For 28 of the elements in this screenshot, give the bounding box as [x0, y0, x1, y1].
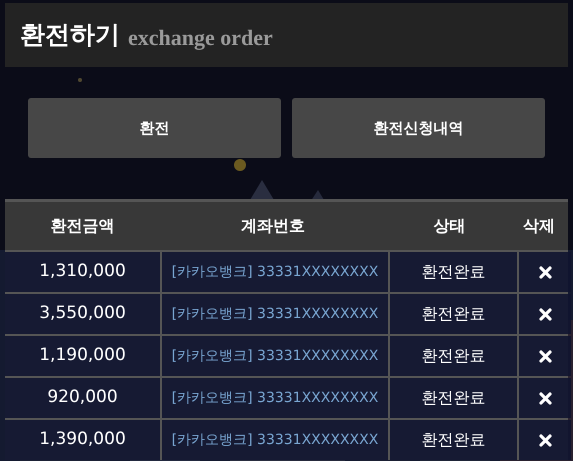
delete-icon[interactable] [538, 392, 552, 404]
page-subtitle: exchange order [128, 24, 273, 52]
page-title: 환전하기 [20, 19, 120, 52]
table-cell: 1,190,000 [5, 336, 160, 376]
table-cell: 환전완료 [390, 252, 517, 292]
table-cell: 환전완료 [390, 336, 517, 376]
delete-icon[interactable] [538, 266, 552, 278]
nav-button[interactable]: 환전 [28, 98, 281, 158]
table-cell: 920,000 [5, 378, 160, 418]
table-cell: 1,390,000 [5, 420, 160, 460]
table-cell: [카카오뱅크] 33331XXXXXXXX [162, 336, 388, 376]
table-cell: 환전완료 [390, 294, 517, 334]
nav-button[interactable]: 환전신청내역 [292, 98, 545, 158]
column-header: 상태 [434, 215, 466, 237]
delete-icon[interactable] [538, 434, 552, 446]
table-cell: [카카오뱅크] 33331XXXXXXXX [162, 378, 388, 418]
table-cell: [카카오뱅크] 33331XXXXXXXX [162, 420, 388, 460]
table-cell: [카카오뱅크] 33331XXXXXXXX [162, 294, 388, 334]
table-cell: 환전완료 [390, 378, 517, 418]
table-cell: 1,310,000 [5, 252, 160, 292]
table-cell: 환전완료 [390, 420, 517, 460]
table-cell: 3,550,000 [5, 294, 160, 334]
column-header: 삭제 [523, 215, 555, 237]
table-cell: [카카오뱅크] 33331XXXXXXXX [162, 252, 388, 292]
column-header: 계좌번호 [241, 215, 305, 237]
delete-icon[interactable] [538, 308, 552, 320]
delete-icon[interactable] [538, 350, 552, 362]
column-header: 환전금액 [50, 215, 114, 237]
